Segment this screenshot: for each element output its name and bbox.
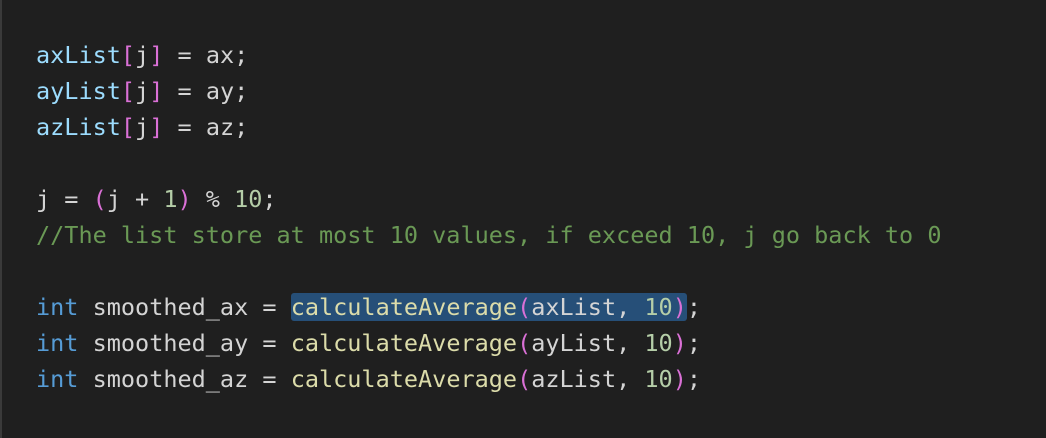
- code-token: ayList: [36, 77, 121, 105]
- code-token: %: [191, 185, 235, 213]
- code-token: int: [36, 329, 79, 357]
- code-token: =: [163, 41, 206, 69]
- code-token: j: [135, 41, 150, 69]
- code-token: int: [36, 365, 79, 393]
- code-token: axList,: [531, 293, 645, 321]
- code-token: (: [92, 185, 107, 213]
- code-line[interactable]: [36, 145, 1046, 181]
- code-token: =: [163, 113, 206, 141]
- code-token: ay;: [205, 77, 249, 105]
- code-line[interactable]: axList[j] = ax;: [36, 37, 1046, 73]
- code-line[interactable]: int smoothed_ay = calculateAverage(ayLis…: [36, 325, 1046, 361]
- code-token: smoothed_ax =: [78, 293, 291, 321]
- code-token: ;: [262, 185, 277, 213]
- code-token: smoothed_ay =: [78, 329, 291, 357]
- code-token: ): [672, 293, 687, 321]
- code-token: [: [120, 113, 136, 141]
- code-token: azList,: [531, 365, 645, 393]
- code-token: //The list store at most 10 values, if e…: [36, 221, 942, 249]
- code-token: (: [517, 329, 532, 357]
- code-token: ;: [686, 293, 702, 321]
- code-token: (: [517, 293, 532, 321]
- code-token: ax;: [205, 41, 249, 69]
- code-token: j: [135, 77, 150, 105]
- code-token: 10: [644, 293, 673, 321]
- code-area[interactable]: axList[j] = ax; ayList[j] = ay; azList[j] …: [36, 37, 1046, 397]
- code-token: j: [135, 113, 150, 141]
- code-token: az;: [205, 113, 249, 141]
- code-token: azList: [36, 113, 121, 141]
- code-token: =: [163, 77, 206, 105]
- code-token: 1: [163, 185, 178, 213]
- code-token: int: [36, 293, 79, 321]
- code-token: 10: [644, 329, 673, 357]
- code-token: smoothed_az =: [78, 365, 291, 393]
- code-token: ;: [686, 365, 702, 393]
- code-token: ayList,: [531, 329, 645, 357]
- code-line[interactable]: [36, 253, 1046, 289]
- code-token: ): [177, 185, 192, 213]
- code-token: ]: [149, 41, 164, 69]
- code-token: calculateAverage: [290, 329, 518, 357]
- code-token: axList: [36, 41, 121, 69]
- code-token: j +: [106, 185, 164, 213]
- code-token: [: [120, 41, 136, 69]
- code-line[interactable]: int smoothed_az = calculateAverage(azLis…: [36, 361, 1046, 397]
- code-line[interactable]: azList[j] = az;: [36, 109, 1046, 145]
- code-token: ]: [149, 113, 164, 141]
- code-token: ]: [149, 77, 164, 105]
- text-selection: calculateAverage(axList, 10): [290, 293, 687, 321]
- code-token: calculateAverage: [290, 293, 518, 321]
- code-token: ;: [686, 329, 702, 357]
- code-token: 10: [234, 185, 263, 213]
- code-token: ): [672, 329, 687, 357]
- code-editor[interactable]: axList[j] = ax; ayList[j] = ay; azList[j] …: [0, 0, 1046, 438]
- code-line[interactable]: int smoothed_ax = calculateAverage(axLis…: [36, 289, 1046, 325]
- code-line[interactable]: ayList[j] = ay;: [36, 73, 1046, 109]
- code-token: calculateAverage: [290, 365, 518, 393]
- code-token: ): [672, 365, 687, 393]
- code-token: 10: [644, 365, 673, 393]
- code-token: [: [120, 77, 136, 105]
- code-token: (: [517, 365, 532, 393]
- code-line[interactable]: j = (j + 1) % 10;: [36, 181, 1046, 217]
- code-line[interactable]: //The list store at most 10 values, if e…: [36, 217, 1046, 253]
- code-token: j =: [36, 185, 93, 213]
